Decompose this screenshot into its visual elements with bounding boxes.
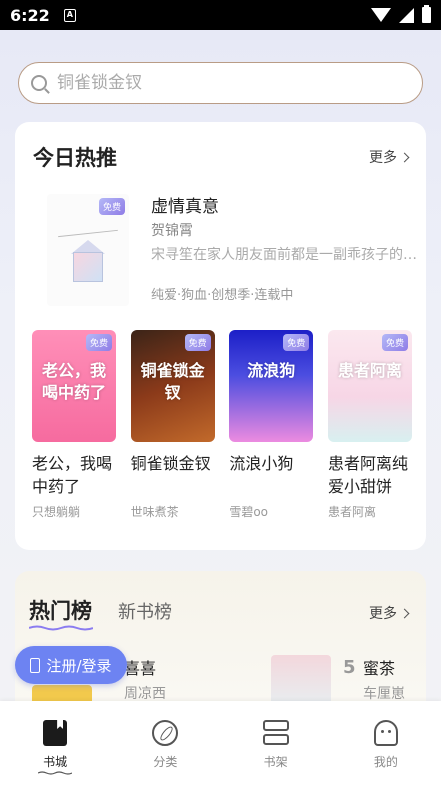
battery-icon [422, 5, 431, 23]
book-title[interactable]: 铜雀锁金钗 [131, 452, 215, 498]
status-bar: 6:22 A [0, 0, 441, 30]
tab-active-underline [29, 625, 93, 631]
nav-label: 我的 [373, 755, 398, 769]
status-time: 6:22 [10, 5, 50, 25]
ranking-item-title[interactable]: 蜜茶 [363, 655, 395, 679]
nav-item-category[interactable]: 分类 [110, 701, 220, 785]
ranking-more-link[interactable]: 更多 [369, 603, 410, 623]
free-badge: 免费 [85, 334, 112, 351]
nav-active-underline [38, 771, 73, 775]
ranking-item-author: 车厘崽 [363, 686, 405, 702]
wifi-icon [371, 8, 391, 22]
ranking-item-title[interactable]: 喜喜 [124, 655, 156, 679]
nav-item-bookshelf[interactable]: 书架 [221, 701, 331, 785]
tab-hot-ranking[interactable]: 热门榜 [29, 595, 93, 631]
featured-book-tags: 纯爱·狗血·创想季·连载中 [151, 288, 294, 303]
book-card[interactable]: 流浪狗 免费 流浪小狗 雪碧oo [229, 330, 314, 520]
compass-icon [151, 719, 179, 747]
nav-label: 书城 [43, 755, 68, 769]
chevron-right-icon [399, 608, 410, 618]
featured-book-cover[interactable]: 免费 [47, 194, 129, 306]
book-card[interactable]: 老公，我喝中药了 免费 老公，我喝中药了 只想躺躺 [32, 330, 116, 520]
sim-icon: A [63, 8, 76, 22]
book-icon [41, 719, 69, 747]
book-author: 患者阿离 [327, 505, 376, 519]
more-label: 更多 [369, 606, 397, 622]
free-badge: 免费 [283, 334, 310, 351]
book-title[interactable]: 流浪小狗 [229, 452, 313, 498]
featured-book-author: 贺锦霄 [151, 223, 193, 239]
book-author: 雪碧oo [229, 505, 268, 519]
featured-book-title[interactable]: 虚情真意 [151, 192, 219, 217]
profile-icon [372, 719, 400, 747]
hot-book-grid: 老公，我喝中药了 免费 老公，我喝中药了 只想躺躺 铜雀锁金钗 免费 铜雀锁金钗… [32, 330, 412, 520]
search-icon [31, 75, 47, 91]
book-card[interactable]: 患者阿离 免费 患者阿离纯爱小甜饼 患者阿离 [327, 330, 412, 520]
featured-book[interactable]: 免费 虚情真意 贺锦霄 宋寻笙在家人朋友面前都是一副乖孩子的模样… 纯爱·狗血·… [33, 188, 417, 308]
hot-today-card: 今日热推 更多 免费 虚情真意 贺锦霄 宋寻笙在家人朋友面前都是一副乖孩子的模样… [15, 122, 426, 550]
status-icons [371, 5, 431, 23]
ranking-item-cover[interactable] [271, 655, 331, 705]
book-card[interactable]: 铜雀锁金钗 免费 铜雀锁金钗 世味煮茶 [130, 330, 215, 520]
nav-label: 书架 [263, 755, 288, 769]
bookshelf-icon [262, 719, 290, 747]
book-author: 只想躺躺 [32, 505, 81, 519]
book-cover-text: 患者阿离 [337, 361, 402, 380]
book-cover-text: 铜雀锁金钗 [140, 361, 205, 402]
hot-today-more-link[interactable]: 更多 [369, 147, 410, 167]
hot-today-header: 今日热推 更多 [33, 142, 410, 172]
book-cover[interactable]: 铜雀锁金钗 免费 [130, 330, 215, 442]
cover-house-art [73, 252, 103, 282]
nav-item-profile[interactable]: 我的 [331, 701, 441, 785]
tab-label: 热门榜 [29, 599, 92, 623]
ranking-number: 5 [343, 657, 356, 678]
more-label: 更多 [369, 150, 397, 166]
free-badge: 免费 [381, 334, 408, 351]
book-cover[interactable]: 流浪狗 免费 [229, 330, 314, 442]
search-bar[interactable] [18, 62, 423, 104]
tab-new-ranking[interactable]: 新书榜 [118, 598, 172, 624]
ranking-item-author: 周凉西 [124, 686, 166, 702]
bottom-navigation: 书城 分类 书架 我的 [0, 701, 441, 785]
book-title[interactable]: 患者阿离纯爱小甜饼 [328, 452, 412, 498]
book-cover-text: 流浪狗 [247, 361, 296, 380]
book-author: 世味煮茶 [130, 505, 179, 519]
ranking-tabs: 热门榜 新书榜 [29, 595, 172, 631]
book-cover[interactable]: 老公，我喝中药了 免费 [32, 330, 116, 442]
nav-label: 分类 [153, 755, 178, 769]
book-cover-text: 老公，我喝中药了 [41, 361, 106, 402]
phone-icon [30, 657, 41, 673]
book-cover[interactable]: 患者阿离 免费 [327, 330, 412, 442]
chevron-right-icon [399, 152, 410, 162]
hot-today-title: 今日热推 [33, 146, 117, 170]
register-login-label: 注册/登录 [46, 656, 112, 675]
signal-icon [399, 7, 414, 23]
featured-book-description: 宋寻笙在家人朋友面前都是一副乖孩子的模样… [151, 247, 417, 263]
free-badge: 免费 [184, 334, 211, 351]
search-input[interactable] [57, 73, 397, 93]
book-title[interactable]: 老公，我喝中药了 [32, 452, 116, 498]
register-login-button[interactable]: 注册/登录 [15, 646, 127, 684]
free-badge: 免费 [98, 198, 125, 215]
nav-item-bookstore[interactable]: 书城 [0, 701, 110, 785]
